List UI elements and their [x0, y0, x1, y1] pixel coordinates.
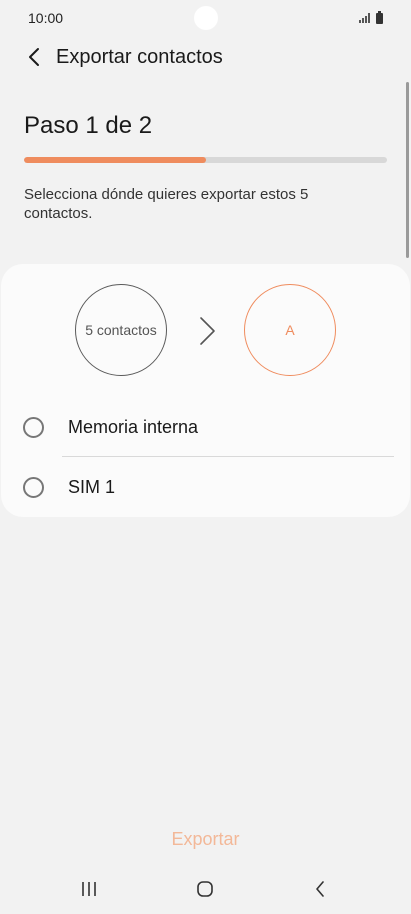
battery-icon: [376, 10, 383, 24]
signal-icon: [359, 13, 370, 23]
status-time: 10:00: [28, 10, 64, 26]
home-button[interactable]: [185, 874, 225, 904]
chevron-left-icon: [29, 48, 39, 66]
target-label: A: [285, 322, 295, 338]
progress-fill: [24, 157, 206, 163]
step-title: Paso 1 de 2: [24, 112, 153, 139]
source-label: 5 contactos: [85, 322, 157, 338]
back-nav-button[interactable]: [300, 874, 340, 904]
recent-apps-button[interactable]: [69, 874, 109, 904]
option-label: Memoria interna: [68, 416, 199, 437]
page-title: Exportar contactos: [56, 45, 223, 68]
status-icons: [359, 10, 383, 24]
export-button[interactable]: Exportar: [0, 823, 411, 855]
description-text: Selecciona dónde quieres exportar estos …: [24, 186, 309, 222]
source-circle: 5 contactos: [75, 284, 167, 376]
radio-button[interactable]: [23, 416, 44, 438]
chevron-right-icon: [200, 317, 215, 345]
radio-button[interactable]: [23, 476, 44, 498]
app-header: Exportar contactos: [0, 38, 411, 76]
option-internal-memory[interactable]: Memoria interna: [1, 397, 410, 457]
target-circle: A: [244, 284, 336, 376]
option-label: SIM 1: [68, 476, 116, 497]
option-sim-1[interactable]: SIM 1: [1, 457, 410, 517]
export-destination-card: 5 contactos A Memoria interna SIM 1: [1, 264, 410, 517]
home-icon: [197, 881, 213, 897]
back-icon: [316, 881, 324, 897]
navigation-bar: [0, 864, 411, 914]
scrollbar[interactable]: [406, 82, 409, 258]
back-button[interactable]: [22, 45, 46, 69]
recent-apps-icon: [82, 882, 96, 896]
step-progress-bar: [24, 157, 387, 163]
camera-cutout: [194, 6, 218, 30]
